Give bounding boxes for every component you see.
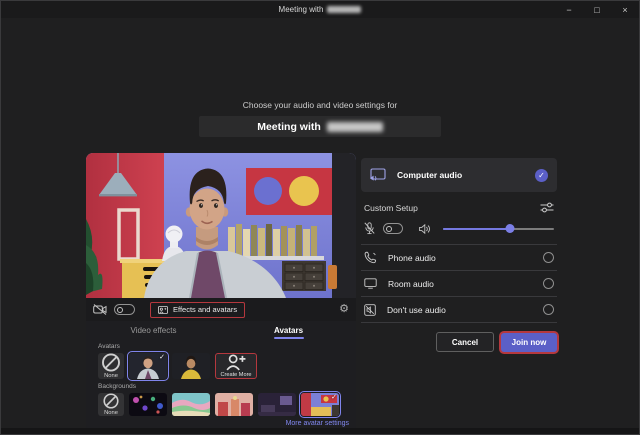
computer-audio-label: Computer audio (397, 170, 463, 180)
selected-check-icon: ✓ (159, 354, 165, 361)
avatar-none-tile[interactable]: None (98, 353, 124, 379)
tab-video-effects[interactable]: Video effects (86, 322, 221, 339)
camera-off-icon[interactable] (93, 304, 107, 315)
radio-check-icon: ✓ (538, 170, 545, 180)
computer-audio-option[interactable]: Computer audio ✓ (361, 158, 557, 192)
dont-use-audio-option[interactable]: Don't use audio (361, 297, 557, 323)
room-audio-label: Room audio (388, 278, 434, 289)
tab-avatars[interactable]: Avatars (221, 322, 356, 339)
volume-slider[interactable] (443, 224, 554, 233)
settings-subtitle: Choose your audio and video settings for (242, 100, 398, 110)
effects-button-label: Effects and avatars (173, 305, 238, 314)
volume-thumb[interactable] (505, 224, 515, 233)
mic-toggle-knob (385, 225, 392, 232)
mic-off-icon (364, 222, 375, 235)
computer-audio-icon (370, 167, 386, 181)
tab-active-underline (273, 337, 304, 339)
effects-panel: Video effects Avatars Avatars None ✓ Cre… (86, 321, 356, 429)
audio-options-list: Phone audio Room audio Don't use audio (361, 244, 557, 323)
no-audio-icon (364, 303, 376, 316)
dont-use-audio-radio[interactable] (543, 304, 554, 315)
avatar-2-thumbnail (172, 353, 210, 379)
avatar-none-label: None (104, 373, 118, 379)
phone-audio-label: Phone audio (388, 252, 436, 263)
none-icon (103, 393, 119, 409)
more-avatar-settings-link[interactable]: More avatar settings (86, 420, 349, 427)
meeting-title: Meeting with (199, 116, 441, 137)
mic-volume-row (361, 222, 557, 235)
equalizer-icon[interactable] (540, 202, 554, 213)
background-2-thumbnail (172, 393, 210, 416)
window-title-text: Meeting with (278, 5, 324, 14)
background-tile-2[interactable] (172, 393, 210, 416)
background-tiles: None ✓ (98, 391, 356, 418)
mic-toggle[interactable] (383, 223, 403, 234)
effects-icon (158, 305, 168, 314)
background-tile-3[interactable] (215, 393, 253, 416)
avatar-tiles: None ✓ Create More (98, 351, 356, 381)
window-bottom-edge (1, 428, 639, 434)
effects-tabs: Video effects Avatars (86, 322, 356, 339)
computer-audio-radio-selected[interactable]: ✓ (535, 168, 548, 182)
effects-and-avatars-button[interactable]: Effects and avatars (150, 301, 246, 318)
background-tile-selected[interactable]: ✓ (299, 391, 341, 418)
join-now-button[interactable]: Join now (501, 332, 557, 352)
room-audio-option[interactable]: Room audio (361, 271, 557, 297)
volume-fill (443, 227, 510, 230)
camera-toggle[interactable] (114, 304, 135, 315)
camera-toggle-knob (116, 306, 123, 313)
cancel-button[interactable]: Cancel (436, 332, 494, 352)
background-1-thumbnail (129, 393, 167, 416)
avatar-tile-selected[interactable]: ✓ (127, 351, 169, 381)
phone-audio-radio[interactable] (543, 252, 554, 263)
redacted-meeting-name (326, 121, 383, 132)
video-panel: Effects and avatars ⚙ Video effects Avat… (86, 153, 356, 429)
dont-use-audio-label: Don't use audio (387, 304, 446, 315)
room-audio-radio[interactable] (543, 278, 554, 289)
backgrounds-heading: Backgrounds (98, 383, 136, 390)
background-tile-1[interactable] (129, 393, 167, 416)
meeting-title-text: Meeting with (257, 120, 321, 133)
create-avatar-icon (226, 354, 246, 371)
gear-icon[interactable]: ⚙ (339, 304, 349, 315)
video-preview (86, 153, 356, 298)
phone-audio-option[interactable]: Phone audio (361, 245, 557, 271)
selected-check-icon: ✓ (331, 394, 337, 401)
background-tile-4[interactable] (258, 393, 296, 416)
avatars-heading: Avatars (98, 343, 120, 350)
background-none-tile[interactable]: None (98, 393, 124, 416)
background-3-thumbnail (215, 393, 253, 416)
none-icon (102, 353, 120, 372)
camera-controls-row: Effects and avatars ⚙ (86, 298, 356, 321)
background-none-label: None (104, 410, 118, 416)
redacted-name (327, 6, 362, 13)
avatar-tile-2[interactable] (172, 353, 210, 379)
avatar-scene (86, 153, 356, 298)
room-audio-icon (364, 278, 377, 289)
phone-audio-icon (364, 251, 377, 264)
custom-setup-label: Custom Setup (364, 202, 418, 213)
create-more-tile[interactable]: Create More (215, 353, 257, 379)
tab-avatars-label: Avatars (273, 326, 304, 335)
background-4-thumbnail (258, 393, 296, 416)
tab-video-effects-label: Video effects (130, 326, 177, 335)
create-more-label: Create More (220, 372, 252, 378)
titlebar: Meeting with − □ × (1, 1, 639, 18)
speaker-icon (419, 223, 430, 234)
action-buttons: Cancel Join now (361, 332, 557, 352)
window-title: Meeting with (1, 5, 639, 14)
audio-panel: Computer audio ✓ Custom Setup Phone audi… (361, 158, 557, 352)
teams-prejoin-window: Meeting with − □ × Choose your audio and… (0, 0, 640, 435)
custom-setup-row: Custom Setup (361, 202, 557, 213)
